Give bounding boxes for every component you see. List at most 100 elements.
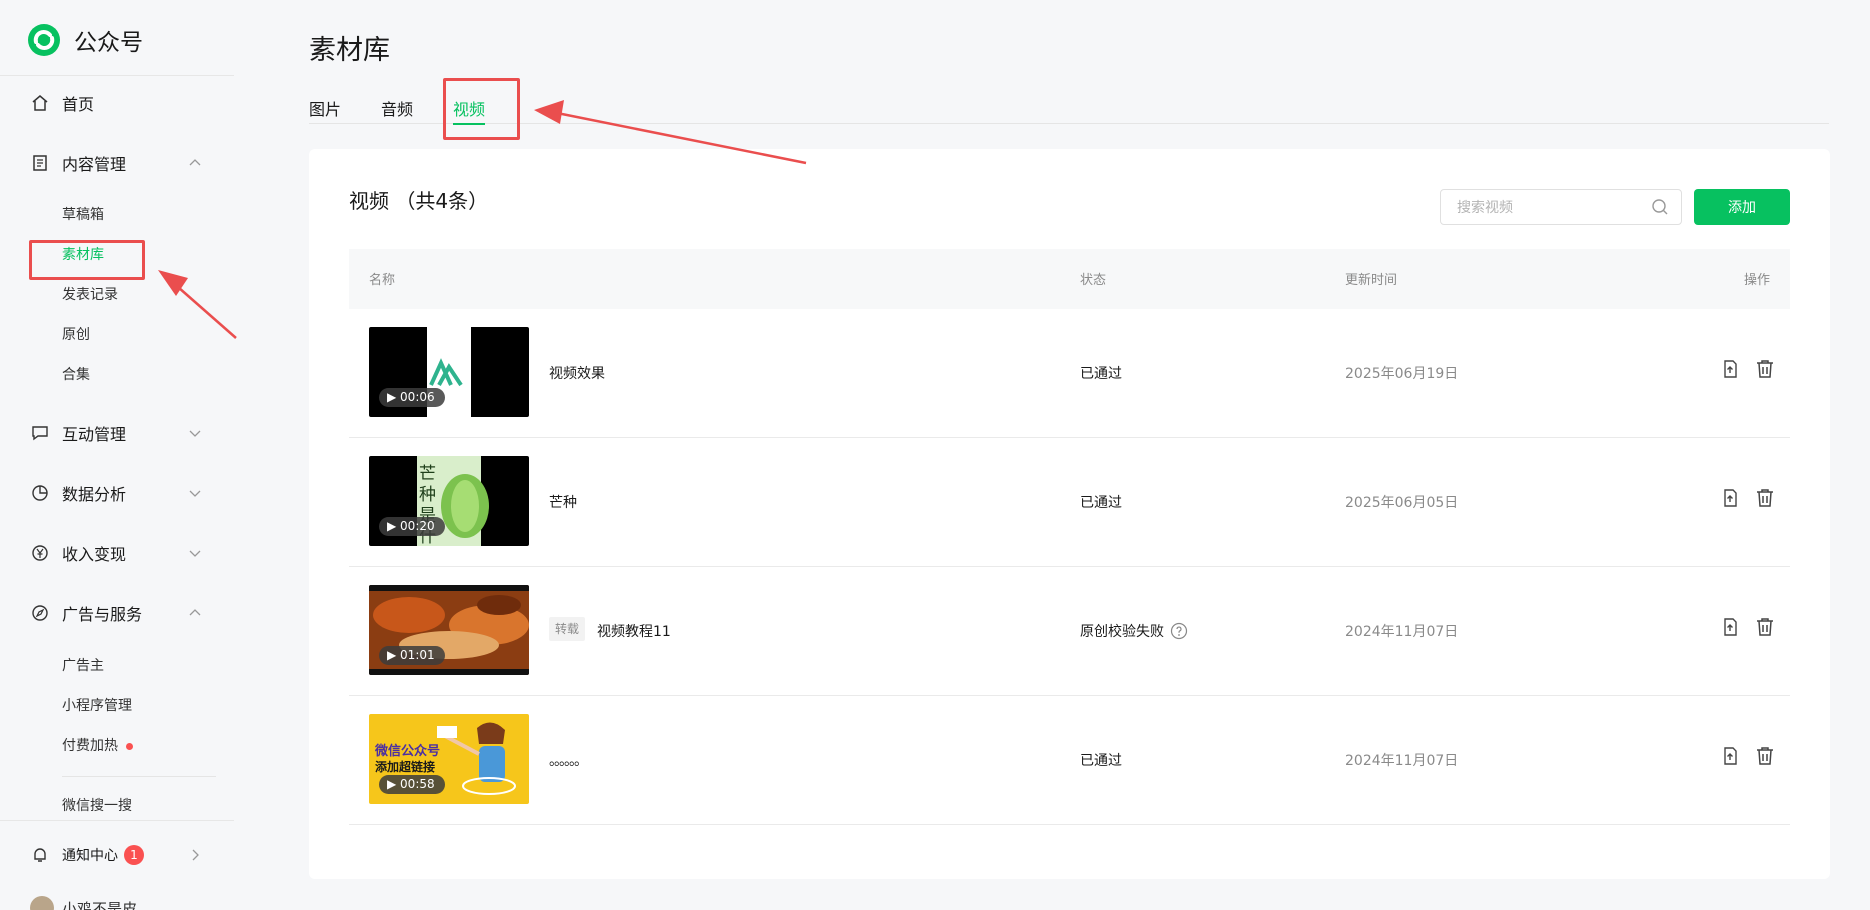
- video-thumbnail[interactable]: 芒种是什么 ▶ 00:20: [369, 456, 529, 546]
- divider: [62, 776, 216, 777]
- yuan-icon: [30, 543, 50, 563]
- brand[interactable]: 公众号: [26, 20, 143, 60]
- nav-ads-label: 广告与服务: [62, 605, 143, 624]
- nav-monetize[interactable]: 收入变现: [30, 538, 202, 568]
- video-name[interactable]: 视频教程11: [597, 621, 671, 641]
- help-icon[interactable]: [1170, 622, 1188, 640]
- sidebar-item-advertiser[interactable]: 广告主: [62, 654, 104, 678]
- tab-images[interactable]: 图片: [309, 96, 341, 124]
- search-box[interactable]: [1440, 189, 1682, 225]
- column-header-ops: 操作: [1744, 273, 1771, 288]
- nav-ads[interactable]: 广告与服务: [30, 598, 202, 628]
- updated-time: 2025年06月19日: [1345, 366, 1459, 382]
- table-row[interactable]: ▶ 00:06 视频效果 已通过 2025年06月19日: [349, 309, 1790, 438]
- tab-audio[interactable]: 音频: [381, 96, 413, 124]
- wechat-official-logo-icon: [28, 24, 60, 56]
- user-name[interactable]: 小鸡不是皮: [62, 898, 137, 910]
- table-header: 名称 状态 更新时间 操作: [349, 249, 1790, 309]
- nav-monetize-label: 收入变现: [62, 545, 127, 564]
- status-label: 原创校验失败: [1080, 624, 1164, 640]
- table-row[interactable]: 微信公众号 添加超链接 ▶ 00:58 。。。。。。 已通过 2024年11月0…: [349, 696, 1790, 825]
- sidebar-item-publish-records[interactable]: 发表记录: [62, 283, 118, 307]
- search-input[interactable]: [1457, 198, 1647, 218]
- video-thumbnail[interactable]: ▶ 00:06: [369, 327, 529, 417]
- nav-content-mgmt-label: 内容管理: [62, 155, 127, 174]
- nav-notify-label: 通知中心: [62, 848, 118, 864]
- trash-icon[interactable]: [1753, 357, 1777, 381]
- divider: [0, 75, 234, 76]
- nav-home[interactable]: 首页: [30, 88, 202, 118]
- repost-tag: 转载: [549, 617, 586, 641]
- status-label: 已通过: [1080, 753, 1122, 769]
- duration-label: ▶ 00:20: [379, 517, 445, 536]
- updated-time: 2024年11月07日: [1345, 753, 1459, 769]
- status-text: 原创校验失败: [1080, 621, 1188, 641]
- table-row[interactable]: 芒种是什么 ▶ 00:20 芒种 已通过 2025年06月05日: [349, 438, 1790, 567]
- updated-time: 2024年11月07日: [1345, 624, 1459, 640]
- trash-icon[interactable]: [1753, 615, 1777, 639]
- video-thumbnail[interactable]: ▶ 01:01: [369, 585, 529, 675]
- column-header-status: 状态: [1080, 273, 1107, 288]
- export-icon[interactable]: [1719, 615, 1743, 639]
- status-text: 已通过: [1080, 363, 1122, 383]
- nav-content-mgmt[interactable]: 内容管理: [30, 148, 202, 178]
- nav-analytics-label: 数据分析: [62, 485, 127, 504]
- video-thumbnail[interactable]: 微信公众号 添加超链接 ▶ 00:58: [369, 714, 529, 804]
- chevron-up-icon: [189, 159, 201, 166]
- status-label: 已通过: [1080, 495, 1122, 511]
- brand-name: 公众号: [74, 30, 143, 56]
- chevron-up-icon: [189, 609, 201, 616]
- sidebar-item-drafts[interactable]: 草稿箱: [62, 203, 104, 227]
- sidebar-item-original[interactable]: 原创: [62, 323, 90, 347]
- chevron-down-icon: [189, 550, 201, 557]
- sidebar-item-paid-boost-label: 付费加热: [62, 738, 118, 754]
- nav-analytics[interactable]: 数据分析: [30, 478, 202, 508]
- trash-icon[interactable]: [1753, 744, 1777, 768]
- thumbnail-caption: 微信公众号: [375, 744, 441, 759]
- table-row[interactable]: ▶ 01:01 转载 视频教程11 原创校验失败 2024年11月07日: [349, 567, 1790, 696]
- add-button[interactable]: 添加: [1694, 189, 1790, 225]
- home-icon: [30, 93, 50, 113]
- nav-notify[interactable]: 通知中心 1: [30, 840, 202, 870]
- video-list-card: 视频 （共4条） 添加 名称 状态 更新时间 操作 ▶ 00:06 视频效果 已…: [309, 149, 1830, 879]
- sidebar-item-miniprogram[interactable]: 小程序管理: [62, 694, 132, 718]
- sidebar-item-collections[interactable]: 合集: [62, 363, 90, 387]
- export-icon[interactable]: [1719, 486, 1743, 510]
- column-header-updated: 更新时间: [1345, 273, 1398, 288]
- document-icon: [30, 153, 50, 173]
- nav-home-label: 首页: [62, 95, 95, 114]
- duration-label: ▶ 01:01: [379, 646, 445, 665]
- chevron-right-icon: [192, 849, 199, 861]
- video-name[interactable]: 。。。。。。: [549, 750, 588, 770]
- video-name[interactable]: 芒种: [549, 492, 577, 512]
- list-title: 视频 （共4条）: [349, 189, 489, 213]
- export-icon[interactable]: [1719, 357, 1743, 381]
- duration-label: ▶ 00:58: [379, 775, 445, 794]
- tab-video[interactable]: 视频: [453, 96, 486, 125]
- page-title: 素材库: [309, 35, 390, 66]
- tab-bar: 图片 音频 视频: [309, 96, 1829, 125]
- sidebar-item-wechat-search[interactable]: 微信搜一搜: [62, 794, 132, 818]
- avatar[interactable]: [30, 896, 54, 910]
- search-icon[interactable]: [1651, 198, 1669, 216]
- updated-time: 2025年06月05日: [1345, 495, 1459, 511]
- trash-icon[interactable]: [1753, 486, 1777, 510]
- red-dot-badge: [126, 742, 133, 750]
- bell-icon: [30, 845, 50, 865]
- compass-icon: [30, 603, 50, 623]
- chevron-down-icon: [189, 430, 201, 437]
- sidebar: 公众号 首页 内容管理 草稿箱 素材库 发表记录 原创 合集 互动管理 数据分析: [0, 0, 234, 910]
- video-name[interactable]: 视频效果: [549, 363, 605, 383]
- chevron-down-icon: [189, 490, 201, 497]
- nav-interaction-label: 互动管理: [62, 425, 127, 444]
- divider: [0, 820, 234, 821]
- sidebar-item-paid-boost[interactable]: 付费加热: [62, 734, 133, 758]
- column-header-name: 名称: [369, 273, 396, 288]
- notify-count-badge: 1: [124, 845, 144, 865]
- status-text: 已通过: [1080, 492, 1122, 512]
- pie-chart-icon: [30, 483, 50, 503]
- nav-interaction[interactable]: 互动管理: [30, 418, 202, 448]
- export-icon[interactable]: [1719, 744, 1743, 768]
- sidebar-item-material-library[interactable]: 素材库: [62, 243, 104, 267]
- duration-label: ▶ 00:06: [379, 388, 445, 407]
